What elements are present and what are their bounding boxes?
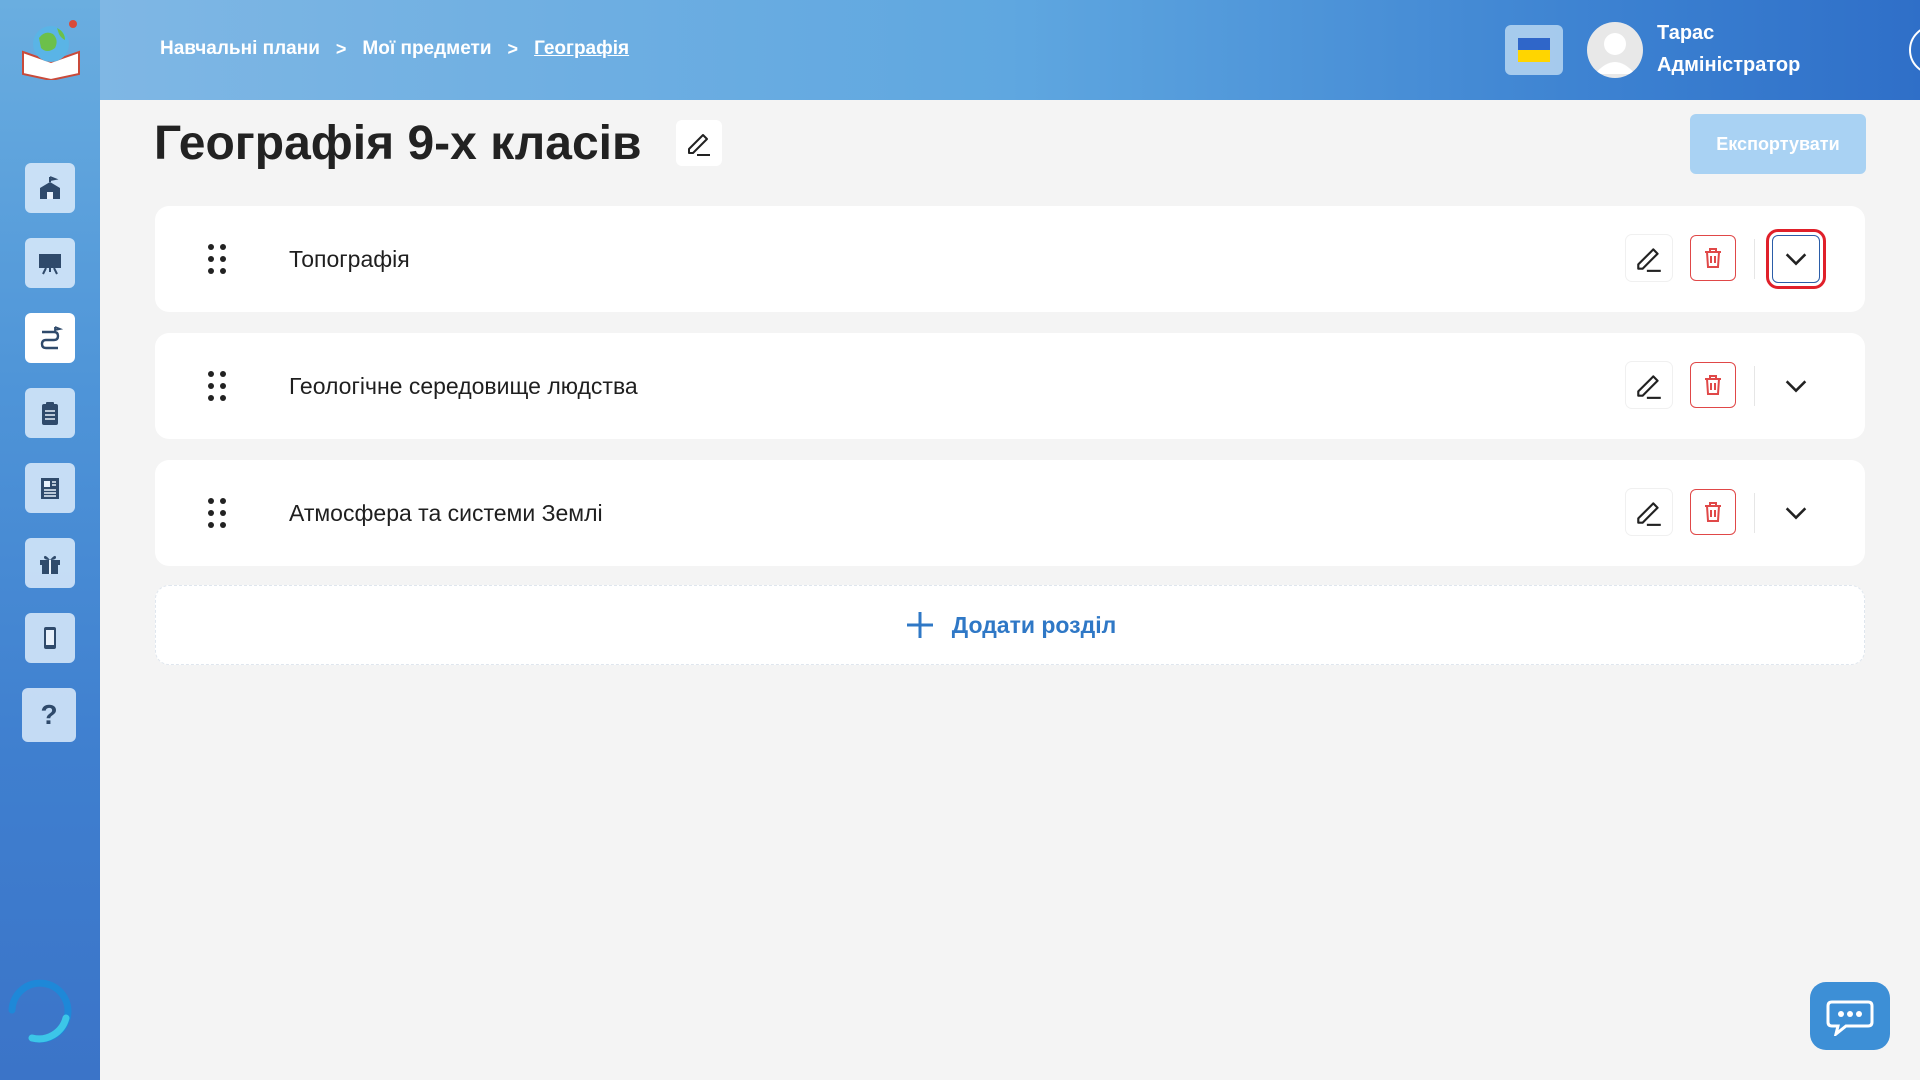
breadcrumb-item-subjects[interactable]: Мої предмети (362, 38, 491, 60)
help-button[interactable]: ? (22, 688, 76, 742)
section-row[interactable]: Атмосфера та системи Землі (155, 460, 1865, 566)
expand-section-button[interactable] (1772, 489, 1820, 537)
gift-icon (40, 555, 60, 574)
breadcrumb-separator: > (507, 38, 519, 59)
sidebar-item-rewards[interactable] (25, 538, 75, 588)
add-section-button[interactable]: Додати розділ (155, 585, 1865, 665)
document-icon (41, 478, 59, 499)
chat-icon (1826, 1000, 1874, 1036)
export-button[interactable]: Експортувати (1690, 114, 1866, 174)
divider (1754, 239, 1755, 279)
presentation-icon (39, 254, 61, 275)
delete-section-button[interactable] (1690, 489, 1736, 535)
sidebar-item-presentation[interactable] (25, 238, 75, 288)
ukraine-flag-icon (1518, 38, 1550, 62)
edit-section-button[interactable] (1626, 235, 1672, 281)
sidebar-item-mobile[interactable] (25, 613, 75, 663)
help-icon: ? (40, 699, 58, 730)
route-icon (40, 326, 64, 350)
pencil-icon (1637, 248, 1661, 272)
expand-section-button[interactable] (1772, 362, 1820, 410)
plus-icon (906, 612, 933, 638)
breadcrumb-item-plans[interactable]: Навчальні плани (160, 38, 320, 60)
drag-handle-icon[interactable] (205, 496, 229, 530)
sidebar: ? (0, 0, 100, 1080)
user-icon (1595, 33, 1635, 74)
expand-section-button[interactable] (1766, 229, 1826, 289)
chevron-down-icon (1785, 380, 1807, 393)
trash-icon (1705, 375, 1721, 395)
chevron-down-icon (1785, 253, 1807, 266)
sidebar-item-journal[interactable] (25, 463, 75, 513)
page-title: Географія 9-х класів (154, 117, 642, 170)
pencil-icon (1637, 375, 1661, 399)
section-title: Геологічне середовище людства (289, 373, 638, 399)
app-logo[interactable] (19, 18, 83, 82)
drag-handle-icon[interactable] (205, 242, 229, 276)
breadcrumb: Навчальні плани > Мої предмети > Географ… (160, 38, 629, 60)
school-icon (40, 176, 60, 199)
user-role: Адміністратор (1657, 54, 1801, 76)
loading-spinner-icon (2, 972, 76, 1048)
chevron-down-icon (1785, 507, 1807, 520)
drag-handle-icon[interactable] (205, 369, 229, 403)
add-section-label: Додати розділ (951, 611, 1117, 638)
avatar[interactable] (1587, 22, 1643, 78)
top-header: Навчальні плани > Мої предмети > Географ… (100, 0, 1920, 100)
pencil-icon (688, 134, 710, 156)
delete-section-button[interactable] (1690, 362, 1736, 408)
section-row[interactable]: Геологічне середовище людства (155, 333, 1865, 439)
sidebar-item-school[interactable] (25, 163, 75, 213)
clipboard-icon (42, 402, 58, 425)
section-title: Топографія (289, 246, 410, 272)
delete-section-button[interactable] (1690, 235, 1736, 281)
section-title: Атмосфера та системи Землі (289, 500, 603, 526)
sidebar-item-curriculum[interactable] (25, 313, 75, 363)
edit-title-button[interactable] (676, 120, 722, 166)
section-row[interactable]: Топографія (155, 206, 1865, 312)
divider (1754, 366, 1755, 406)
breadcrumb-item-current[interactable]: Географія (534, 38, 629, 60)
trash-icon (1705, 248, 1721, 268)
trash-icon (1705, 502, 1721, 522)
pencil-icon (1637, 502, 1661, 526)
language-button[interactable] (1505, 25, 1563, 75)
user-name: Тарас (1657, 22, 1715, 44)
divider (1754, 493, 1755, 533)
mobile-icon (44, 627, 56, 649)
sidebar-item-tasks[interactable] (25, 388, 75, 438)
chat-button[interactable] (1810, 982, 1890, 1050)
cart-button[interactable] (1909, 25, 1920, 75)
edit-section-button[interactable] (1626, 489, 1672, 535)
breadcrumb-separator: > (335, 38, 347, 59)
edit-section-button[interactable] (1626, 362, 1672, 408)
